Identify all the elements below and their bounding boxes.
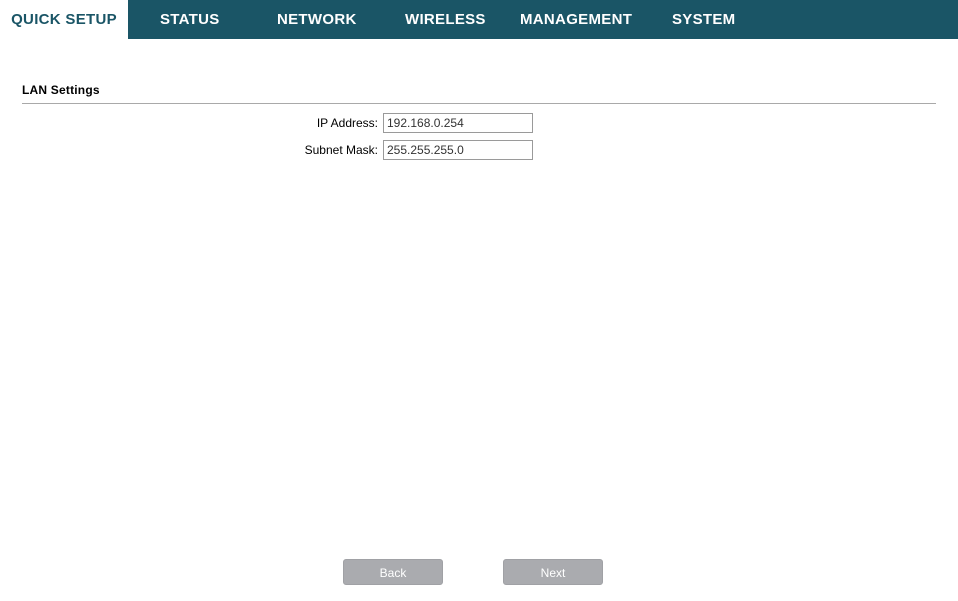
next-button-label: Next	[541, 566, 566, 580]
section-divider	[22, 103, 936, 104]
nav-tab-wireless-label: WIRELESS	[405, 11, 486, 28]
page-content: LAN Settings IP Address: Subnet Mask: Ba…	[0, 39, 958, 601]
wizard-button-bar: Back Next	[0, 559, 958, 599]
nav-tab-management-label: MANAGEMENT	[520, 11, 632, 28]
nav-tab-status[interactable]: STATUS	[160, 0, 220, 39]
subnet-mask-input[interactable]	[383, 140, 533, 160]
lan-settings-form: IP Address: Subnet Mask:	[0, 113, 958, 167]
back-button-label: Back	[380, 566, 407, 580]
section-title-lan-settings: LAN Settings	[22, 83, 100, 97]
nav-tab-network[interactable]: NETWORK	[277, 0, 357, 39]
main-navigation-bar: QUICK SETUP STATUS NETWORK WIRELESS MANA…	[0, 0, 958, 39]
ip-address-label: IP Address:	[178, 116, 378, 130]
subnet-mask-label: Subnet Mask:	[178, 143, 378, 157]
back-button[interactable]: Back	[343, 559, 443, 585]
nav-tab-status-label: STATUS	[160, 11, 220, 28]
form-row-subnet-mask: Subnet Mask:	[0, 140, 958, 167]
ip-address-input[interactable]	[383, 113, 533, 133]
nav-tab-network-label: NETWORK	[277, 11, 357, 28]
nav-tab-quick-setup-label: QUICK SETUP	[11, 11, 117, 28]
nav-tab-system-label: SYSTEM	[672, 11, 735, 28]
nav-tab-management[interactable]: MANAGEMENT	[520, 0, 632, 39]
nav-tab-quick-setup[interactable]: QUICK SETUP	[0, 0, 128, 39]
next-button[interactable]: Next	[503, 559, 603, 585]
nav-tab-system[interactable]: SYSTEM	[672, 0, 735, 39]
nav-tab-wireless[interactable]: WIRELESS	[405, 0, 486, 39]
form-row-ip-address: IP Address:	[0, 113, 958, 140]
